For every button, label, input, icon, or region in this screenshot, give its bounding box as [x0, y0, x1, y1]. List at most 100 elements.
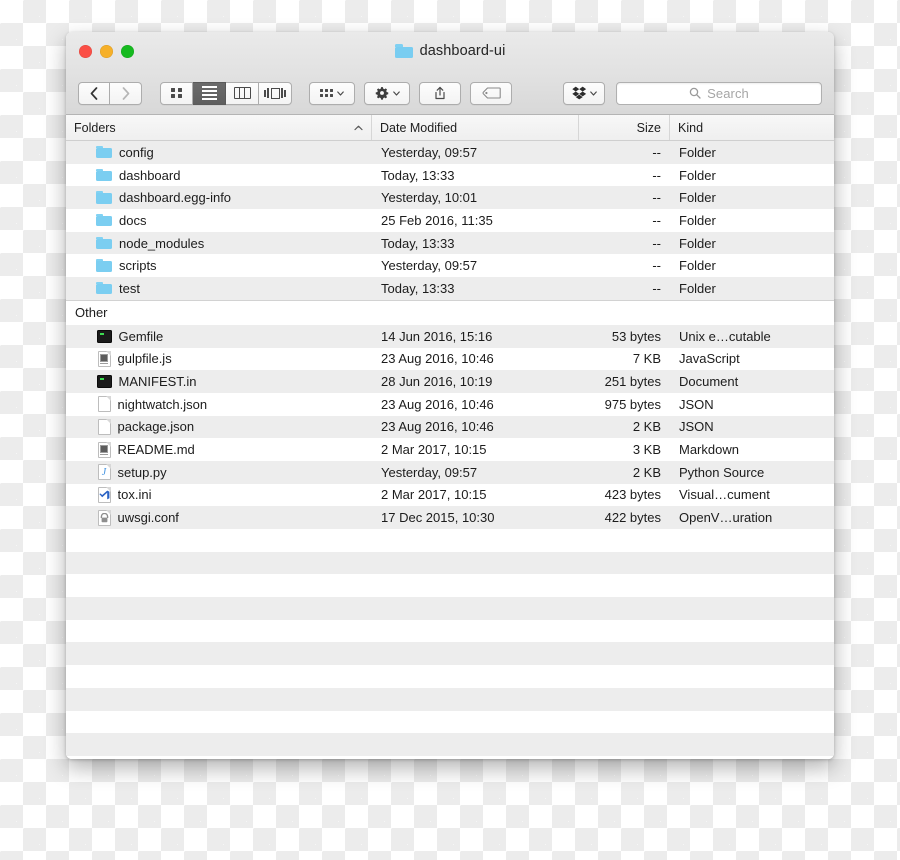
file-name-label: MANIFEST.in: [118, 374, 197, 390]
column-header-date-modified[interactable]: Date Modified: [372, 115, 579, 140]
empty-row: [66, 551, 834, 575]
forward-button[interactable]: [110, 81, 142, 105]
kind-cell: Visual…cument: [679, 487, 770, 503]
size-cell: 53 bytes: [611, 328, 661, 344]
kind-cell: Python Source: [679, 464, 765, 480]
window-title-text: dashboard-ui: [419, 43, 506, 59]
list-view-button[interactable]: [193, 81, 226, 105]
table-row[interactable]: node_modules Today, 13:33 -- Folder: [66, 231, 834, 255]
table-row[interactable]: MANIFEST.in 28 Jun 2016, 10:19 251 bytes Do…: [66, 370, 834, 393]
file-name-cell: Gemfile: [66, 329, 372, 344]
table-row[interactable]: scripts Yesterday, 09:57 -- Folder: [66, 254, 834, 278]
openvpn-file-icon: [97, 509, 111, 526]
column-header-size[interactable]: Size: [579, 115, 670, 140]
column-header-kind[interactable]: Kind: [670, 115, 834, 140]
kind-cell: JavaScript: [679, 351, 740, 367]
icon-view-button[interactable]: [160, 81, 193, 105]
file-name-cell: README.md: [66, 441, 372, 458]
table-row[interactable]: README.md 2 Mar 2017, 10:15 3 KB Markdown: [66, 438, 834, 461]
folder-icon: [96, 212, 112, 228]
back-button[interactable]: [78, 81, 110, 105]
column-view-button[interactable]: [226, 81, 259, 105]
table-row[interactable]: package.json 23 Aug 2016, 10:46 2 KB JSON: [66, 415, 834, 439]
empty-row: [66, 642, 834, 666]
file-name-cell: Jsetup.py: [66, 464, 372, 481]
file-name-cell: tox.ini: [66, 486, 372, 503]
file-name-label: package.json: [117, 419, 195, 435]
file-name-label: Gemfile: [118, 328, 164, 344]
kind-cell: Unix e…cutable: [679, 328, 771, 344]
window-title: dashboard-ui: [66, 43, 834, 59]
table-row[interactable]: uwsgi.conf 17 Dec 2015, 10:30 422 bytes Ope…: [66, 506, 834, 529]
dropbox-icon: [571, 86, 586, 100]
coverflow-view-button[interactable]: [259, 81, 292, 105]
date-modified-cell: 28 Jun 2016, 10:19: [381, 374, 493, 390]
size-cell: --: [652, 212, 661, 228]
coverflow-icon: [263, 87, 287, 99]
sort-ascending-icon: [354, 125, 363, 130]
folder-icon: [96, 167, 112, 183]
chevron-down-icon: [337, 90, 344, 96]
tag-button[interactable]: [470, 81, 512, 105]
folder-icon: [96, 258, 112, 274]
table-row[interactable]: Jsetup.py Yesterday, 09:57 2 KB Python Sour…: [66, 460, 834, 484]
zoom-button[interactable]: [121, 45, 134, 58]
chevron-down-icon: [392, 90, 400, 96]
table-row[interactable]: nightwatch.json 23 Aug 2016, 10:46 975 byt…: [66, 392, 834, 416]
file-list[interactable]: config Yesterday, 09:57 -- Folder dashboard T…: [66, 141, 834, 759]
file-name-label: docs: [119, 212, 147, 228]
minimize-button[interactable]: [100, 45, 113, 58]
terminal-file-icon: [96, 375, 112, 389]
size-cell: --: [652, 144, 661, 160]
file-name-cell: gulpfile.js: [66, 350, 372, 367]
file-name-label: dashboard: [119, 167, 181, 183]
search-icon: [689, 87, 701, 99]
close-button[interactable]: [79, 45, 92, 58]
dropbox-button[interactable]: [563, 81, 605, 105]
columns-icon: [233, 87, 251, 99]
arrange-button[interactable]: [309, 81, 355, 105]
file-name-label: node_modules: [119, 235, 205, 251]
size-cell: 975 bytes: [604, 396, 661, 412]
gear-icon: [375, 87, 388, 100]
column-header-size-label: Size: [636, 120, 661, 135]
table-row[interactable]: tox.ini 2 Mar 2017, 10:15 423 bytes Visual……: [66, 483, 834, 507]
date-modified-cell: 14 Jun 2016, 15:16: [381, 328, 493, 344]
file-name-label: test: [119, 280, 140, 296]
file-name-cell: scripts: [66, 258, 372, 274]
search-placeholder: Search: [707, 85, 749, 101]
share-button[interactable]: [419, 81, 461, 105]
table-row[interactable]: gulpfile.js 23 Aug 2016, 10:46 7 KB JavaScr…: [66, 347, 834, 371]
table-row[interactable]: test Today, 13:33 -- Folder: [66, 277, 834, 300]
date-modified-cell: Yesterday, 09:57: [381, 258, 478, 274]
table-row[interactable]: config Yesterday, 09:57 -- Folder: [66, 141, 834, 164]
kind-cell: Document: [679, 374, 739, 390]
file-name-cell: MANIFEST.in: [66, 374, 372, 389]
size-cell: 251 bytes: [604, 374, 661, 390]
view-mode-segmented-control: [160, 81, 292, 105]
group-header: Other: [66, 299, 834, 325]
column-header-folders[interactable]: Folders: [66, 115, 372, 140]
size-cell: --: [652, 235, 661, 251]
date-modified-cell: Yesterday, 10:01: [381, 190, 478, 206]
window-titlebar: dashboard-ui: [66, 32, 834, 72]
table-row[interactable]: dashboard.egg-info Yesterday, 10:01 -- Fold…: [66, 186, 834, 210]
date-modified-cell: 2 Mar 2017, 10:15: [381, 442, 487, 458]
date-modified-cell: Yesterday, 09:57: [381, 144, 478, 160]
table-row[interactable]: docs 25 Feb 2016, 11:35 -- Folder: [66, 209, 834, 232]
table-row[interactable]: dashboard Today, 13:33 -- Folder: [66, 163, 834, 187]
kind-cell: JSON: [679, 396, 714, 412]
action-button[interactable]: [364, 81, 410, 105]
file-name-cell: config: [66, 144, 372, 160]
folder-icon: [96, 280, 112, 296]
chevron-down-icon: [589, 90, 597, 96]
date-modified-cell: 23 Aug 2016, 10:46: [381, 419, 494, 435]
empty-row: [66, 529, 834, 552]
empty-row: [66, 710, 834, 734]
file-name-cell: node_modules: [66, 235, 372, 251]
search-input[interactable]: Search: [616, 81, 822, 105]
table-row[interactable]: Gemfile 14 Jun 2016, 15:16 53 bytes Unix e……: [66, 324, 834, 348]
kind-cell: Folder: [679, 144, 716, 160]
blank-file-icon: [97, 396, 111, 413]
date-modified-cell: Yesterday, 09:57: [381, 464, 478, 480]
